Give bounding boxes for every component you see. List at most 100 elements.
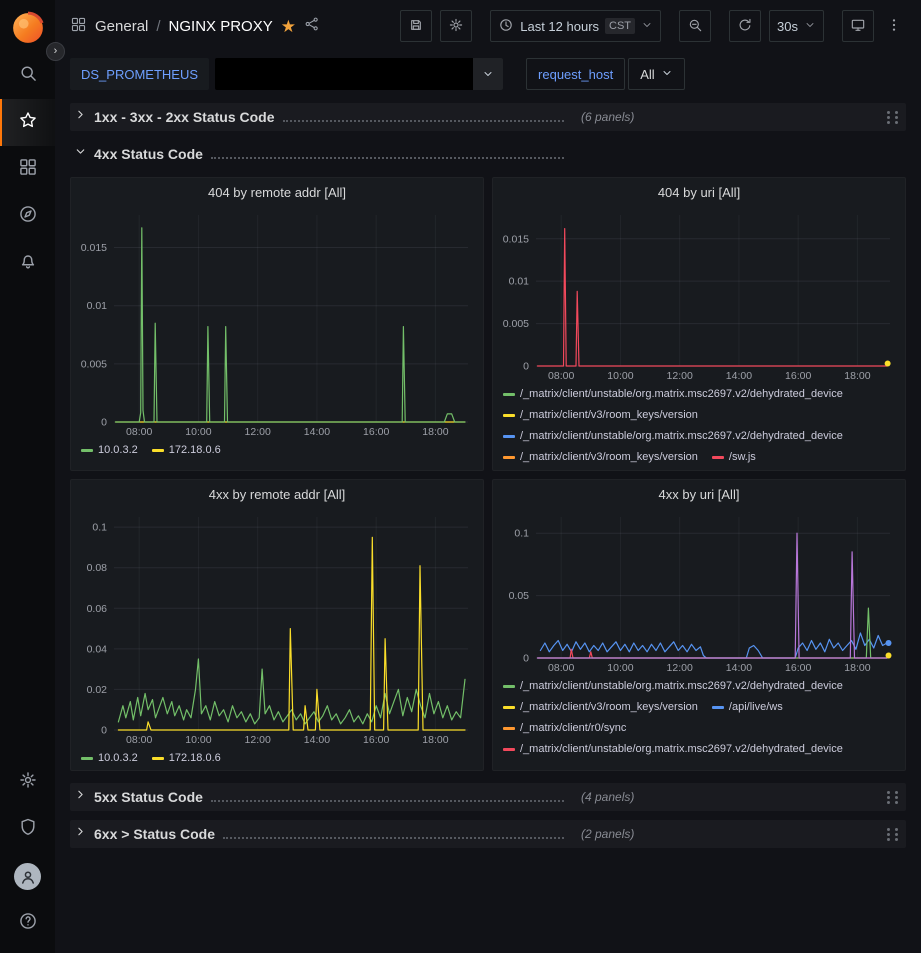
chart-404-by-remote-addr[interactable]: 08:0010:0012:0014:0016:0018:0000.0050.01… [72,206,482,438]
panel-legend: 10.0.3.2 172.18.0.6 [71,746,483,770]
panel-404-by-uri: 404 by uri [All] 08:0010:0012:0014:0016:… [492,177,906,471]
variable-label-ds-prometheus[interactable]: DS_PROMETHEUS [70,58,209,90]
gear-icon [448,17,464,36]
time-range-label: Last 12 hours [520,19,599,34]
sidebar-item-search[interactable] [0,52,55,99]
svg-text:10:00: 10:00 [607,662,633,674]
chevron-right-icon [74,108,87,126]
chart-404-by-uri[interactable]: 08:0010:0012:0014:0016:0018:0000.0050.01… [494,206,904,382]
apps-icon[interactable] [70,16,87,37]
svg-text:14:00: 14:00 [304,734,330,746]
dashboard-row-4xx[interactable]: 4xx Status Code [70,140,906,168]
save-dashboard-button[interactable] [400,10,432,42]
expand-sidebar-button[interactable]: › [46,42,65,61]
legend-swatch-icon [503,414,515,417]
chart-4xx-by-remote-addr[interactable]: 08:0010:0012:0014:0016:0018:0000.020.040… [72,508,482,746]
grafana-logo-icon[interactable] [10,10,46,46]
legend-item[interactable]: /_matrix/client/v3/room_keys/version [503,697,698,718]
request-host-value: All [640,67,654,82]
legend-item[interactable]: /_matrix/client/v3/room_keys/version [503,405,698,426]
dashboard-settings-button[interactable] [440,10,472,42]
sidebar-item-alerting[interactable] [0,240,55,287]
svg-text:0.1: 0.1 [92,522,107,534]
grid-icon [18,157,38,182]
star-dashboard-button[interactable]: ★ [281,18,296,35]
cycle-view-button[interactable] [842,10,874,42]
sidebar-item-starred[interactable] [0,99,55,146]
svg-text:0: 0 [101,725,107,737]
svg-text:0.015: 0.015 [503,233,529,245]
sidebar-item-configuration[interactable] [0,759,55,806]
breadcrumb: General / NGINX PROXY ★ [70,16,320,37]
legend-label: /_matrix/client/unstable/org.matrix.msc2… [520,384,843,405]
share-button[interactable] [304,16,320,36]
legend-item[interactable]: 10.0.3.2 [81,748,138,769]
sidebar-item-help[interactable] [0,900,55,947]
svg-text:0: 0 [101,417,107,429]
shield-icon [18,817,38,842]
sidebar-item-dashboards[interactable] [0,146,55,193]
row-dotted-leader [223,837,564,839]
panel-title[interactable]: 404 by remote addr [All] [71,178,483,206]
legend-label: 10.0.3.2 [98,440,138,461]
row-drag-handle[interactable] [887,826,900,842]
dashboard-row-6xx[interactable]: 6xx > Status Code (2 panels) [70,820,906,848]
variable-value-request-host[interactable]: All [628,58,684,90]
legend-item[interactable]: 172.18.0.6 [152,748,221,769]
clock-icon [498,17,514,36]
legend-swatch-icon [503,685,515,688]
legend-item[interactable]: /_matrix/client/unstable/org.matrix.msc2… [503,676,843,697]
help-icon [18,911,38,936]
legend-item[interactable]: /_matrix/client/r0/sync [503,718,626,739]
row-dotted-leader [211,157,564,159]
kebab-menu-button[interactable] [882,10,906,42]
svg-text:16:00: 16:00 [363,734,389,746]
svg-text:16:00: 16:00 [785,662,811,674]
svg-text:0.02: 0.02 [87,684,108,696]
legend-item[interactable]: /sw.js [712,447,756,468]
kebab-icon [886,17,902,36]
legend-item[interactable]: 10.0.3.2 [81,440,138,461]
svg-text:08:00: 08:00 [548,370,574,382]
dashboard-title[interactable]: NGINX PROXY [169,18,273,35]
panel-title[interactable]: 4xx by remote addr [All] [71,480,483,508]
sidebar-item-server-admin[interactable] [0,806,55,853]
variable-label-request-host[interactable]: request_host [526,58,625,90]
search-icon [18,63,38,88]
timezone-badge: CST [605,18,635,34]
panel-title[interactable]: 404 by uri [All] [493,178,905,206]
time-range-picker[interactable]: Last 12 hours CST [490,10,661,42]
row-title: 1xx - 3xx - 2xx Status Code [94,109,275,125]
dashboard-row-5xx[interactable]: 5xx Status Code (4 panels) [70,783,906,811]
svg-text:16:00: 16:00 [363,426,389,438]
chart-4xx-by-uri[interactable]: 08:0010:0012:0014:0016:0018:0000.050.1 [494,508,904,674]
refresh-button[interactable] [729,10,761,42]
chevron-down-icon [804,19,816,34]
panel-4xx-by-uri: 4xx by uri [All] 08:0010:0012:0014:0016:… [492,479,906,771]
zoom-out-button[interactable] [679,10,711,42]
svg-text:18:00: 18:00 [422,734,448,746]
row-drag-handle[interactable] [887,789,900,805]
legend-item[interactable]: /_matrix/client/unstable/org.matrix.msc2… [503,739,843,760]
legend-label: /api/live/ws [729,697,783,718]
breadcrumb-folder[interactable]: General [95,18,148,35]
panel-title[interactable]: 4xx by uri [All] [493,480,905,508]
legend-item[interactable]: /_matrix/client/unstable/org.matrix.msc2… [503,426,843,447]
variable-ds-prometheus-value [215,58,473,90]
row-drag-handle[interactable] [887,109,900,125]
star-icon [18,110,38,135]
legend-item[interactable]: 172.18.0.6 [152,440,221,461]
legend-item[interactable]: /api/live/ws [712,697,783,718]
legend-item[interactable]: /_matrix/client/unstable/org.matrix.msc2… [503,384,843,405]
legend-swatch-icon [503,706,515,709]
legend-swatch-icon [503,748,515,751]
svg-text:0.01: 0.01 [509,276,530,288]
sidebar-item-explore[interactable] [0,193,55,240]
refresh-interval-select[interactable]: 30s [769,10,824,42]
dashboard-row-1xx-3xx-2xx[interactable]: 1xx - 3xx - 2xx Status Code (6 panels) [70,103,906,131]
sidebar-item-profile[interactable] [0,853,55,900]
svg-text:08:00: 08:00 [126,426,152,438]
legend-item[interactable]: /_matrix/client/v3/room_keys/version [503,447,698,468]
svg-text:14:00: 14:00 [726,662,752,674]
variable-value-ds-prometheus[interactable] [215,58,503,90]
